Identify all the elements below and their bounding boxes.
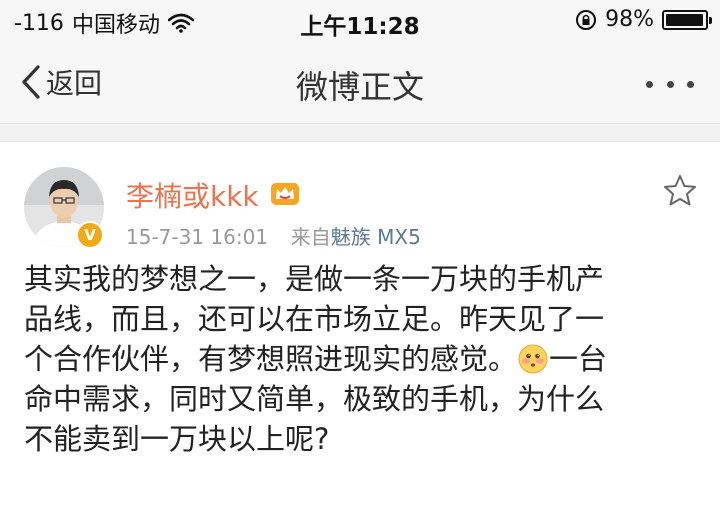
battery-icon [662, 9, 712, 30]
battery-percent: 98% [605, 7, 654, 32]
post-line: 命中需求，同时又简单，极致的手机，为什么 [24, 382, 605, 416]
vip-crown-icon [271, 183, 299, 205]
section-divider [0, 125, 720, 142]
post-line: 品线，而且，还可以在市场立足。昨天见了一 [24, 302, 605, 336]
post-line-text: 个合作伙伴，有梦想照进现实的感觉。 [24, 342, 518, 376]
verified-badge-icon: V [76, 221, 104, 249]
status-right: 98% [575, 7, 712, 32]
source-prefix: 来自 [290, 225, 331, 249]
star-icon[interactable] [662, 173, 698, 209]
page-title: 微博正文 [295, 68, 424, 106]
shy-face-emoji-icon [518, 344, 548, 374]
nav-bar: 返回 微博正文 [0, 40, 720, 124]
battery-fill [666, 13, 703, 26]
more-options-button[interactable] [638, 64, 702, 104]
post-meta: 15-7-31 16:01 来自魅族 MX5 [126, 221, 421, 250]
rotation-lock-icon [576, 9, 597, 30]
post-body: 其实我的梦想之一，是做一条一万块的手机产 品线，而且，还可以在市场立足。昨天见了… [24, 259, 700, 459]
source-device-link[interactable]: 魅族 MX5 [331, 225, 421, 249]
post-line: 其实我的梦想之一，是做一条一万块的手机产 [24, 262, 605, 296]
more-dot-icon [646, 80, 653, 88]
status-bar: -116 中国移动 上午11:28 98% [0, 0, 720, 40]
post-line: 个合作伙伴，有梦想照进现实的感觉。 一台 [24, 339, 700, 379]
post-timestamp: 15-7-31 16:01 [126, 225, 269, 249]
post-card: V 李楠或kkk 15-7-31 16:01 来自魅族 MX5 其实我的梦想之一… [0, 143, 720, 510]
more-dot-icon [687, 80, 694, 88]
post-line: 不能卖到一万块以上呢? [24, 422, 330, 456]
more-dot-icon [666, 80, 674, 88]
post-line-text: 一台 [549, 342, 608, 376]
author-name[interactable]: 李楠或kkk [126, 175, 259, 215]
